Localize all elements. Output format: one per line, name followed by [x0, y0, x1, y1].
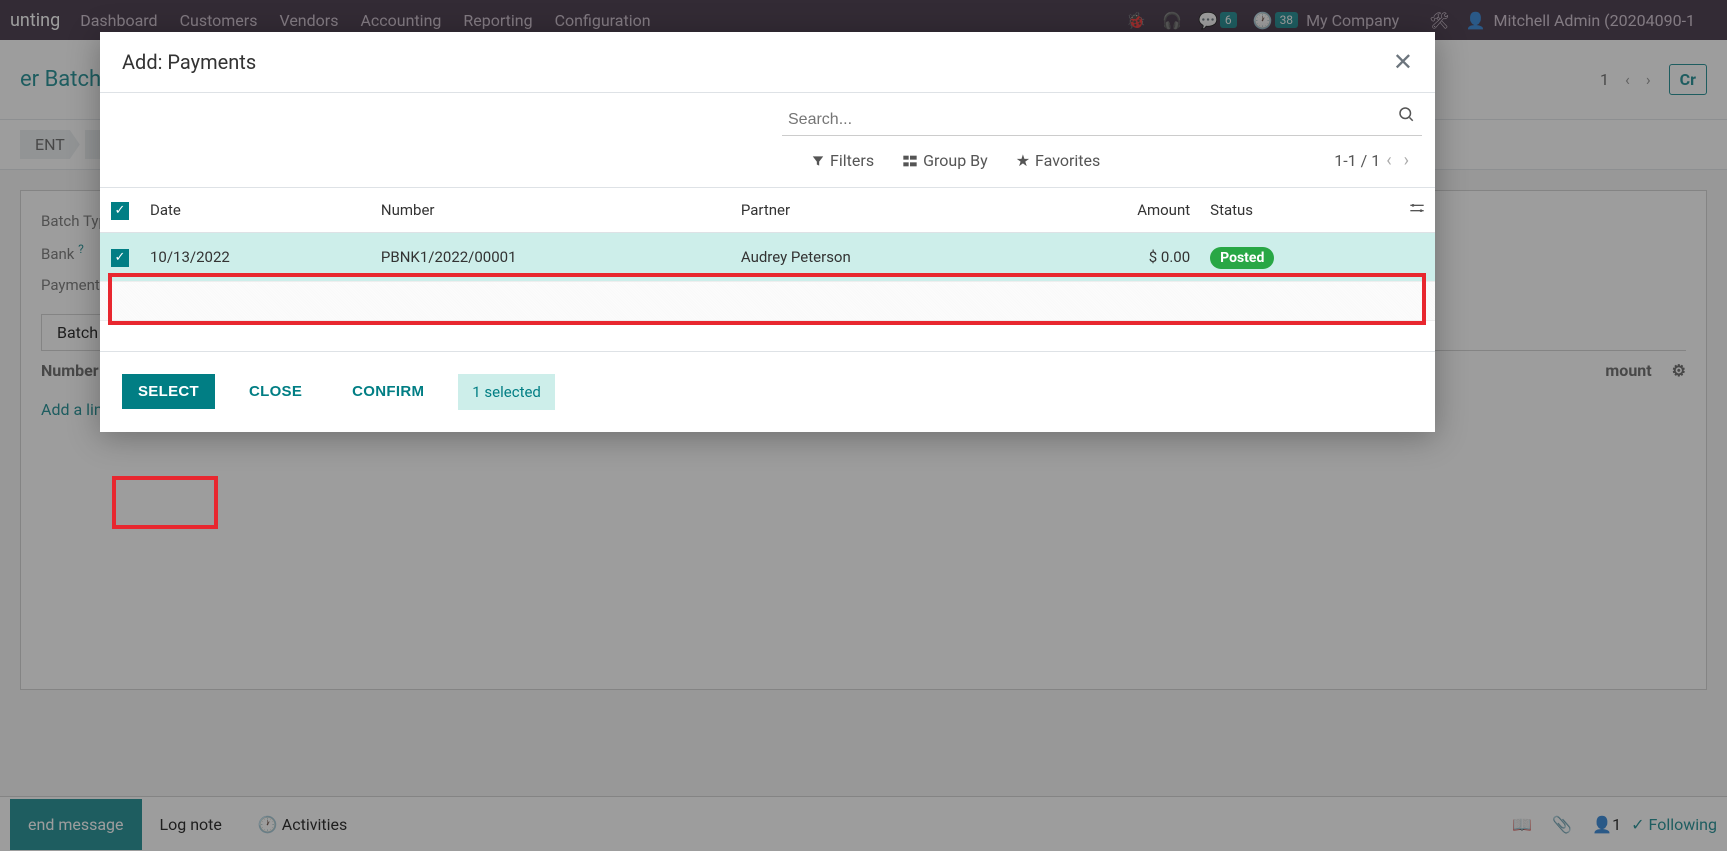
- selected-count: 1 selected: [458, 374, 555, 410]
- col-number[interactable]: Number: [371, 188, 731, 233]
- col-partner[interactable]: Partner: [731, 188, 1032, 233]
- cell-number: PBNK1/2022/00001: [371, 233, 731, 281]
- col-amount[interactable]: Amount: [1031, 188, 1200, 233]
- close-button[interactable]: CLOSE: [233, 374, 318, 409]
- modal-pager-next[interactable]: ›: [1398, 150, 1415, 171]
- payments-table: ✓ Date Number Partner Amount Status ✓: [100, 188, 1435, 281]
- cell-partner: Audrey Peterson: [731, 233, 1032, 281]
- table-row[interactable]: ✓ 10/13/2022 PBNK1/2022/00001 Audrey Pet…: [100, 233, 1435, 281]
- cell-date: 10/13/2022: [140, 233, 371, 281]
- modal-pager-info: 1-1 / 1: [1334, 151, 1380, 170]
- optional-columns-icon[interactable]: [1409, 202, 1425, 220]
- modal-title: Add: Payments: [122, 50, 256, 74]
- add-payments-modal: Add: Payments ✕ Filters Group By: [100, 32, 1435, 432]
- confirm-button[interactable]: CONFIRM: [336, 374, 440, 409]
- group-by-button[interactable]: Group By: [902, 151, 988, 170]
- favorites-button[interactable]: ★ Favorites: [1016, 151, 1101, 170]
- filters-button[interactable]: Filters: [811, 151, 874, 170]
- row-checkbox[interactable]: ✓: [111, 249, 129, 267]
- search-input[interactable]: [782, 105, 1422, 136]
- col-date[interactable]: Date: [140, 188, 371, 233]
- select-all-checkbox[interactable]: ✓: [111, 202, 129, 220]
- col-status[interactable]: Status: [1200, 188, 1395, 233]
- status-badge: Posted: [1210, 247, 1274, 269]
- search-icon[interactable]: [1397, 105, 1415, 136]
- cell-amount: $ 0.00: [1031, 233, 1200, 281]
- modal-pager-prev[interactable]: ‹: [1380, 150, 1397, 171]
- select-button[interactable]: SELECT: [122, 374, 215, 409]
- close-icon[interactable]: ✕: [1393, 50, 1413, 74]
